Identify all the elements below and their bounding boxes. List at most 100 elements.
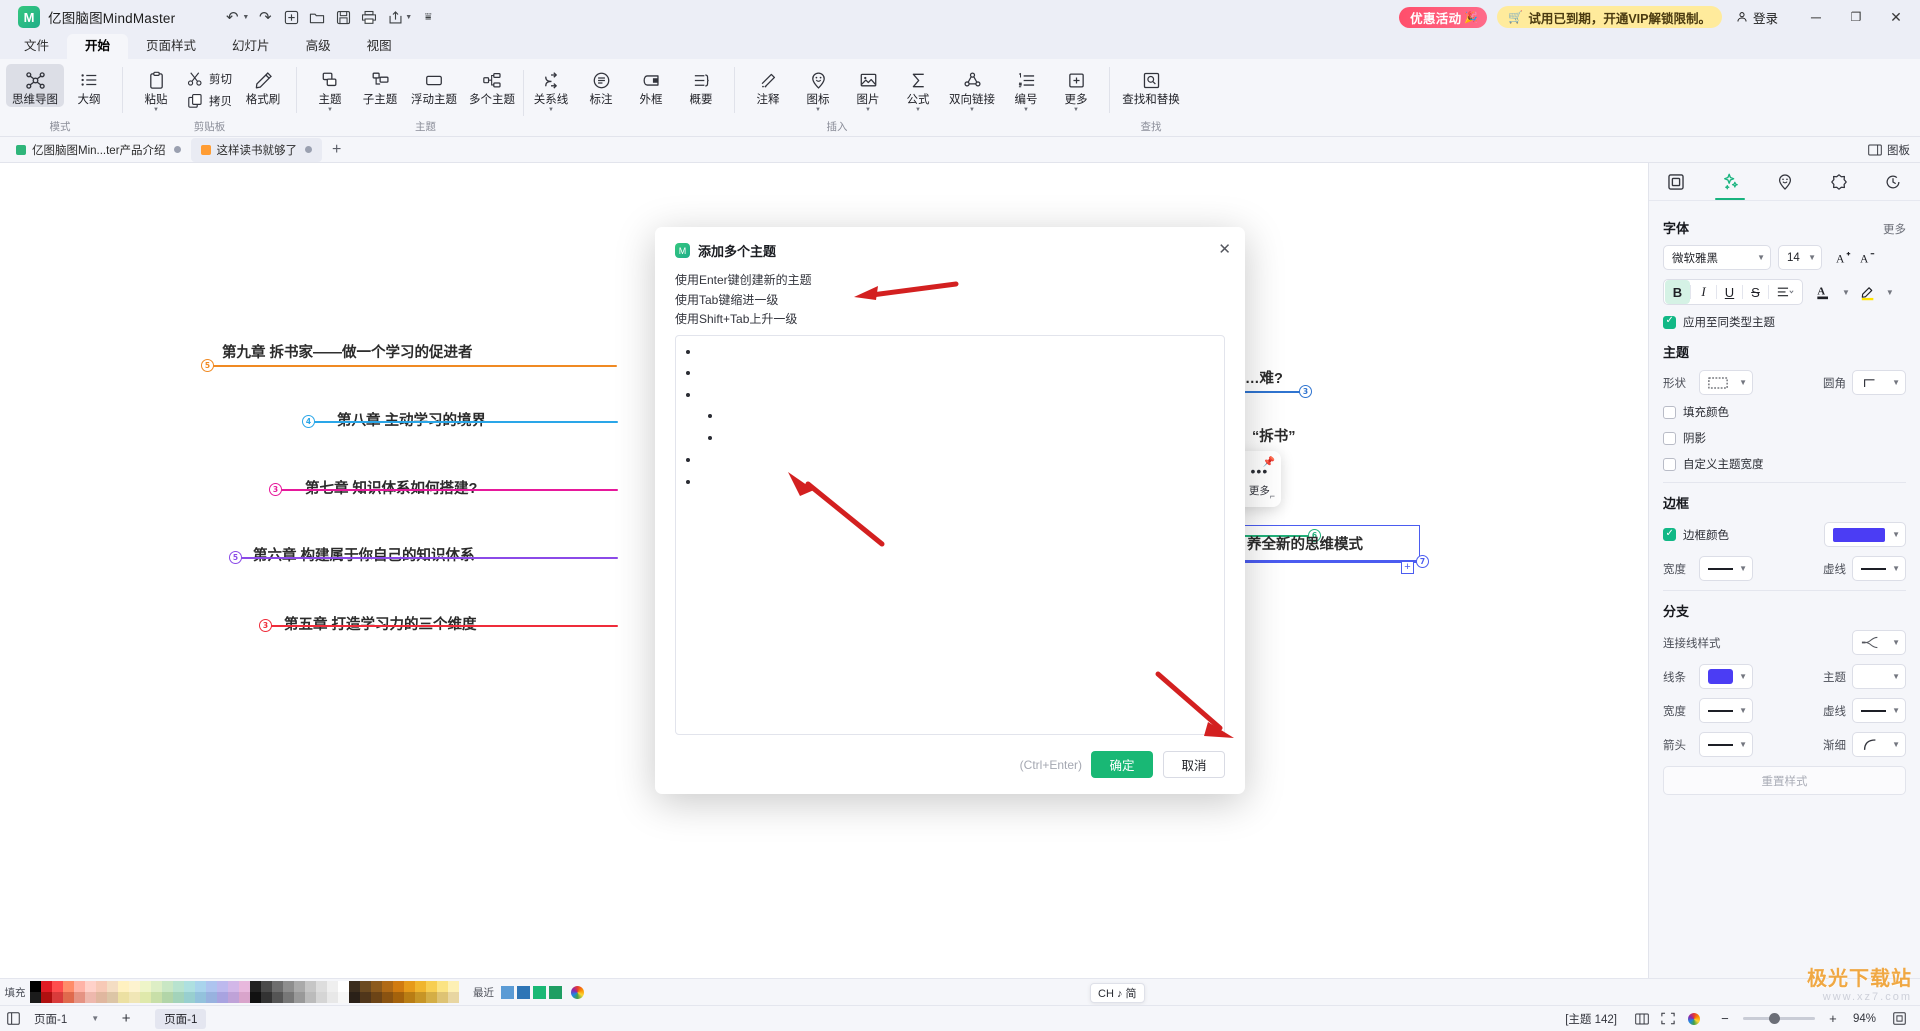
recent-colors[interactable] — [501, 985, 565, 999]
color-swatch[interactable] — [437, 992, 448, 1003]
color-swatch[interactable] — [250, 981, 261, 992]
color-swatch[interactable] — [426, 981, 437, 992]
fit-icon[interactable] — [1886, 1012, 1912, 1025]
color-swatch[interactable] — [96, 992, 107, 1003]
color-swatch[interactable] — [217, 981, 228, 992]
color-swatch[interactable] — [283, 981, 294, 992]
color-swatch[interactable] — [63, 992, 74, 1003]
color-swatch[interactable] — [195, 981, 206, 992]
zoom-slider[interactable] — [1742, 1013, 1815, 1024]
columns-icon[interactable] — [1629, 1013, 1655, 1025]
color-swatch[interactable] — [85, 992, 96, 1003]
color-swatch[interactable] — [96, 981, 107, 992]
color-swatch[interactable] — [415, 992, 426, 1003]
color-swatch[interactable] — [250, 992, 261, 1003]
color-swatch[interactable] — [294, 992, 305, 1003]
color-swatch[interactable] — [272, 992, 283, 1003]
color-swatch[interactable] — [404, 981, 415, 992]
color-swatch[interactable] — [129, 992, 140, 1003]
color-swatch[interactable] — [349, 992, 360, 1003]
recent-color-swatch[interactable] — [533, 985, 546, 999]
color-swatch[interactable] — [437, 981, 448, 992]
color-swatch[interactable] — [316, 992, 327, 1003]
color-swatch[interactable] — [327, 992, 338, 1003]
color-wheel-icon[interactable] — [571, 985, 584, 999]
color-swatch[interactable] — [327, 981, 338, 992]
active-page-chip[interactable]: 页面-1 — [155, 1008, 207, 1029]
color-swatch[interactable] — [118, 992, 129, 1003]
color-swatch[interactable] — [30, 992, 41, 1003]
add-page-button[interactable]: + — [113, 1010, 139, 1027]
color-swatch[interactable] — [129, 981, 140, 992]
color-swatch[interactable] — [30, 981, 41, 992]
recent-color-swatch[interactable] — [549, 985, 562, 999]
color-swatch[interactable] — [382, 992, 393, 1003]
color-swatch[interactable] — [206, 981, 217, 992]
color-swatch[interactable] — [316, 981, 327, 992]
page-selector[interactable]: 页面-1 ▼ — [34, 1011, 99, 1027]
color-swatch[interactable] — [52, 992, 63, 1003]
color-swatch[interactable] — [52, 981, 63, 992]
color-swatch[interactable] — [140, 992, 151, 1003]
color-swatch[interactable] — [217, 992, 228, 1003]
color-swatch[interactable] — [371, 992, 382, 1003]
ime-indicator[interactable]: CH ♪ 简 — [1090, 983, 1145, 1003]
color-swatch[interactable] — [228, 981, 239, 992]
color-swatch[interactable] — [294, 981, 305, 992]
color-swatch[interactable] — [107, 992, 118, 1003]
color-swatch[interactable] — [118, 981, 129, 992]
view-icon[interactable] — [0, 1012, 26, 1025]
color-swatch[interactable] — [173, 992, 184, 1003]
color-swatch[interactable] — [63, 981, 74, 992]
color-swatch[interactable] — [74, 992, 85, 1003]
color-swatch[interactable] — [41, 992, 52, 1003]
fullscreen-icon[interactable] — [1655, 1012, 1681, 1025]
color-swatch[interactable] — [206, 992, 217, 1003]
zoom-slider-handle[interactable] — [1768, 1013, 1780, 1024]
color-swatch[interactable] — [107, 981, 118, 992]
recent-color-swatch[interactable] — [501, 985, 514, 999]
zoom-out-button[interactable]: − — [1717, 1011, 1733, 1026]
dialog-cancel-button[interactable]: 取消 — [1163, 751, 1225, 778]
zoom-in-button[interactable]: + — [1825, 1011, 1841, 1026]
color-swatch[interactable] — [261, 992, 272, 1003]
color-mode-icon[interactable] — [1681, 1012, 1707, 1025]
dialog-close-button[interactable]: ✕ — [1218, 240, 1231, 258]
color-swatch[interactable] — [140, 981, 151, 992]
color-swatch[interactable] — [404, 992, 415, 1003]
color-swatch[interactable] — [393, 992, 404, 1003]
color-swatch[interactable] — [426, 992, 437, 1003]
color-swatch[interactable] — [239, 981, 250, 992]
color-swatch[interactable] — [305, 992, 316, 1003]
color-swatch[interactable] — [360, 992, 371, 1003]
color-swatch[interactable] — [382, 981, 393, 992]
color-swatch[interactable] — [162, 992, 173, 1003]
color-swatch[interactable] — [305, 981, 316, 992]
color-swatch[interactable] — [393, 981, 404, 992]
color-swatch[interactable] — [371, 981, 382, 992]
color-swatch[interactable] — [162, 981, 173, 992]
color-swatch[interactable] — [261, 981, 272, 992]
color-swatch[interactable] — [85, 981, 96, 992]
color-swatch[interactable] — [151, 981, 162, 992]
color-swatch[interactable] — [360, 981, 371, 992]
color-swatch[interactable] — [415, 981, 426, 992]
color-swatch[interactable] — [151, 992, 162, 1003]
color-swatch[interactable] — [184, 981, 195, 992]
palette-grid[interactable] — [30, 981, 459, 1003]
color-swatch[interactable] — [41, 981, 52, 992]
color-swatch[interactable] — [74, 981, 85, 992]
color-swatch[interactable] — [338, 981, 349, 992]
palette-row-1[interactable] — [30, 981, 459, 992]
color-swatch[interactable] — [283, 992, 294, 1003]
palette-row-2[interactable] — [30, 992, 459, 1003]
color-swatch[interactable] — [448, 992, 459, 1003]
color-swatch[interactable] — [338, 992, 349, 1003]
color-swatch[interactable] — [448, 981, 459, 992]
color-swatch[interactable] — [239, 992, 250, 1003]
color-swatch[interactable] — [349, 981, 360, 992]
color-swatch[interactable] — [184, 992, 195, 1003]
color-swatch[interactable] — [195, 992, 206, 1003]
color-swatch[interactable] — [272, 981, 283, 992]
topics-text-editor[interactable] — [675, 335, 1225, 735]
